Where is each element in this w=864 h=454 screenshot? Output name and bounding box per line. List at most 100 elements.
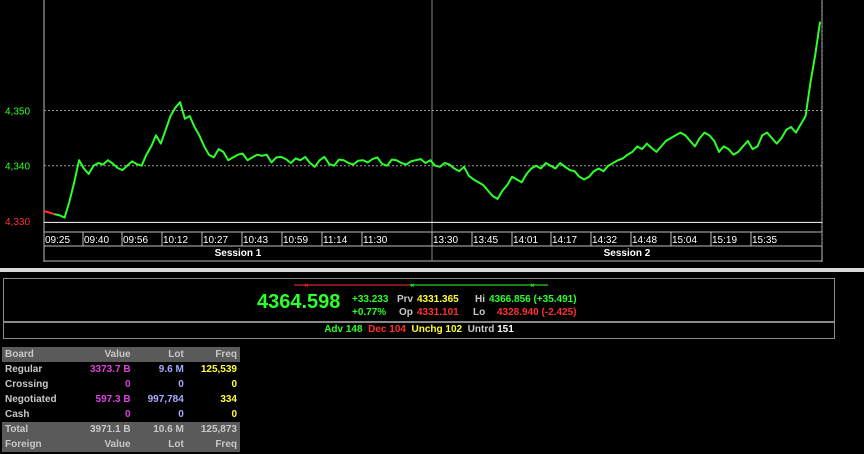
price-point <box>790 126 792 128</box>
price-point <box>87 173 90 175</box>
price-point <box>626 153 629 156</box>
price-point <box>458 170 461 172</box>
price-point <box>516 178 518 181</box>
table-total-row[interactable]: Total 3971.1 B 10.6 M 125,873 <box>2 422 240 437</box>
x-tick-label: 15:19 <box>712 235 737 246</box>
dec-label: Dec <box>368 324 387 335</box>
total-label: Total <box>2 422 75 437</box>
open-label: Op <box>399 307 413 318</box>
x-tick-label: 15:04 <box>672 235 697 246</box>
price-point <box>549 164 552 167</box>
board-freq: 0 <box>186 407 240 422</box>
price-point <box>246 159 249 161</box>
price-point <box>573 170 576 172</box>
market-breadth-bar: Adv 148 Dec 104 Unchg 102 Untrd 151 <box>3 322 835 339</box>
board-name: Cash <box>2 407 75 422</box>
price-point <box>679 131 682 134</box>
price-point <box>155 134 157 137</box>
board-lot: 997,784 <box>133 392 187 407</box>
price-point <box>631 151 634 153</box>
table-row[interactable]: Crossing 0 0 0 <box>2 377 240 392</box>
price-point <box>732 153 735 156</box>
total-value: 3971.1 B <box>74 422 134 437</box>
price-point <box>328 163 331 165</box>
board-freq: 125,539 <box>186 362 240 377</box>
price-point <box>415 159 417 161</box>
price-point <box>434 164 436 167</box>
intraday-chart[interactable]: 4,350 4,340 4,330 09:25 09:40 09:56 10:12 10:27… <box>0 0 864 275</box>
price-point <box>232 156 234 159</box>
price-point <box>612 162 614 164</box>
x-tick-label: 09:56 <box>123 235 148 246</box>
price-point <box>63 216 66 219</box>
price-point <box>501 189 504 192</box>
price-point <box>68 200 71 203</box>
price-point <box>684 134 687 137</box>
price-point <box>294 157 297 160</box>
foreign-header-board: Foreign <box>2 437 75 452</box>
price-point <box>342 159 345 161</box>
board-name: Regular <box>2 362 75 377</box>
price-point <box>381 163 384 165</box>
price-point <box>795 131 797 134</box>
price-point <box>487 189 489 192</box>
price-point <box>400 162 403 164</box>
low-label: Lo <box>473 307 486 318</box>
price-point <box>617 159 619 161</box>
board-lot: 0 <box>133 377 187 392</box>
price-point <box>395 159 398 161</box>
price-point <box>694 145 696 148</box>
price-point <box>477 181 480 184</box>
price-point <box>314 166 316 168</box>
price-point <box>569 169 571 171</box>
price-point <box>511 176 513 178</box>
price-point <box>347 162 350 164</box>
price-point <box>482 184 485 186</box>
price-point <box>198 134 201 137</box>
price-point <box>304 156 307 158</box>
price-point <box>241 152 244 155</box>
price-point <box>59 214 61 217</box>
high-label: Hi <box>475 294 485 305</box>
price-point <box>188 115 191 117</box>
price-point <box>116 167 119 169</box>
price-point <box>429 159 432 161</box>
y-tick-label: 4,330 <box>5 217 30 228</box>
price-point <box>703 131 706 134</box>
price-point <box>655 151 658 153</box>
untrd-label: Untrd <box>467 324 495 335</box>
table-row[interactable]: Regular 3373.7 B 9.6 M 125,539 <box>2 362 240 377</box>
price-point <box>184 118 186 120</box>
price-point <box>54 213 56 216</box>
price-point <box>463 166 465 168</box>
price-point <box>237 153 239 156</box>
x-tick-label: 14:48 <box>632 235 657 246</box>
price-point <box>771 137 773 139</box>
dec-value: 104 <box>389 324 406 335</box>
unchg-value: 102 <box>445 324 463 335</box>
price-point <box>448 163 451 166</box>
price-point <box>756 145 759 148</box>
table-row[interactable]: Negotiated 597.3 B 997,784 334 <box>2 392 240 407</box>
price-point <box>136 163 138 165</box>
price-point <box>107 159 109 161</box>
price-series-line <box>54 21 821 219</box>
foreign-header-lot: Lot <box>133 437 187 452</box>
price-point <box>540 167 542 170</box>
header-lot: Lot <box>133 347 187 362</box>
price-point <box>766 131 768 134</box>
price-point <box>727 148 730 150</box>
x-tick-label: 14:32 <box>592 235 617 246</box>
price-point <box>174 106 177 109</box>
price-point <box>559 162 561 164</box>
price-point <box>179 101 181 103</box>
price-point <box>747 140 749 142</box>
price-point <box>309 162 311 164</box>
table-row[interactable]: Cash 0 0 0 <box>2 407 240 422</box>
price-point <box>492 195 494 197</box>
price-point <box>641 148 643 150</box>
price-point <box>78 159 80 161</box>
price-point <box>646 142 648 145</box>
price-point <box>564 166 566 168</box>
price-point <box>102 163 104 166</box>
